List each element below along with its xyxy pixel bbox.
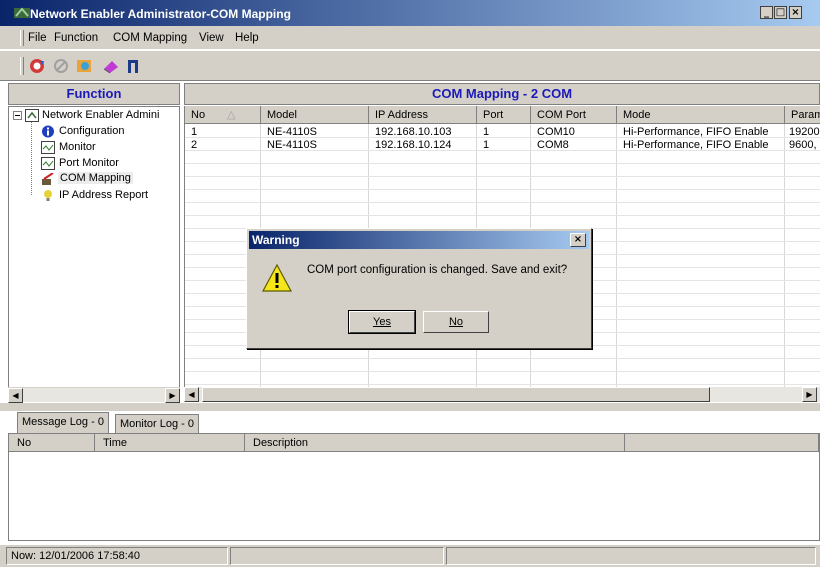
function-tree[interactable]: Network Enabler Admini Configuration Mon… bbox=[8, 106, 180, 402]
log-column-empty bbox=[625, 434, 819, 452]
toolbar bbox=[0, 51, 820, 81]
column-header-model[interactable]: Model bbox=[261, 106, 369, 124]
row-line bbox=[185, 358, 820, 359]
tree-item-ip-address-report[interactable]: IP Address Report bbox=[59, 189, 148, 201]
window-title: Network Enabler Administrator-COM Mappin… bbox=[30, 7, 291, 21]
com-mapping-icon bbox=[42, 173, 54, 185]
tree-item-com-mapping[interactable]: COM Mapping bbox=[58, 172, 133, 184]
tree-root[interactable]: Network Enabler Admini bbox=[42, 109, 159, 121]
monitor-icon bbox=[41, 141, 55, 154]
apply-icon[interactable] bbox=[124, 57, 142, 75]
status-bar: Now: 12/01/2006 17:58:40 bbox=[0, 545, 820, 567]
collapse-icon[interactable] bbox=[13, 111, 22, 120]
row-line bbox=[185, 189, 820, 190]
cell-com: COM8 bbox=[537, 139, 569, 151]
cell-mode: Hi-Performance, FIFO Enable bbox=[623, 139, 769, 151]
log-column-no[interactable]: No bbox=[9, 434, 95, 452]
right-horizontal-scrollbar[interactable]: ◀ ▶ bbox=[184, 387, 820, 402]
column-header-com-port[interactable]: COM Port bbox=[531, 106, 617, 124]
maximize-button[interactable]: □ bbox=[774, 6, 787, 19]
status-panel-2 bbox=[230, 547, 444, 565]
column-header-port[interactable]: Port bbox=[477, 106, 531, 124]
cell-ip: 192.168.10.124 bbox=[375, 139, 452, 151]
column-header-ip[interactable]: IP Address bbox=[369, 106, 477, 124]
tab-message-log[interactable]: Message Log - 0 bbox=[17, 412, 109, 433]
column-header-param[interactable]: Param bbox=[785, 106, 820, 124]
ip-report-icon bbox=[44, 190, 52, 201]
cell-ip: 192.168.10.103 bbox=[375, 126, 452, 138]
row-line bbox=[185, 215, 820, 216]
disconnect-icon[interactable] bbox=[52, 57, 70, 75]
info-icon bbox=[42, 125, 54, 138]
network-enabler-icon bbox=[25, 109, 39, 122]
log-table[interactable]: No Time Description bbox=[8, 433, 820, 541]
panel-splitter[interactable] bbox=[0, 403, 820, 411]
left-horizontal-scrollbar[interactable]: ◀ ▶ bbox=[8, 387, 180, 403]
cell-model: NE-4110S bbox=[267, 139, 317, 151]
status-time: Now: 12/01/2006 17:58:40 bbox=[6, 547, 228, 565]
row-line bbox=[185, 202, 820, 203]
scroll-right-icon[interactable]: ▶ bbox=[802, 387, 817, 402]
minimize-button[interactable]: _ bbox=[760, 6, 773, 19]
row-line bbox=[185, 163, 820, 164]
dialog-message: COM port configuration is changed. Save … bbox=[307, 264, 568, 276]
cell-model: NE-4110S bbox=[267, 126, 317, 138]
menu-view[interactable]: View bbox=[199, 32, 224, 44]
search-icon[interactable] bbox=[76, 57, 94, 75]
column-label-no: No bbox=[191, 109, 206, 121]
tree-item-port-monitor[interactable]: Port Monitor bbox=[59, 157, 119, 169]
menu-file[interactable]: File bbox=[28, 32, 47, 44]
tree-item-configuration[interactable]: Configuration bbox=[59, 125, 124, 137]
grid-line bbox=[616, 124, 617, 394]
yes-button[interactable]: Yes bbox=[348, 310, 416, 334]
menu-help[interactable]: Help bbox=[235, 32, 259, 44]
title-bar[interactable]: Network Enabler Administrator-COM Mappin… bbox=[0, 0, 820, 26]
tree-item-monitor[interactable]: Monitor bbox=[59, 141, 96, 153]
refresh-icon[interactable] bbox=[28, 57, 46, 75]
menu-com-mapping[interactable]: COM Mapping bbox=[113, 32, 187, 44]
status-panel-3 bbox=[446, 547, 816, 565]
scroll-thumb[interactable] bbox=[202, 387, 710, 402]
menu-grip bbox=[20, 30, 24, 46]
row-line bbox=[185, 384, 820, 385]
com-mapping-header: COM Mapping - 2 COM bbox=[184, 83, 820, 105]
toolbar-grip bbox=[20, 57, 24, 75]
cell-mode: Hi-Performance, FIFO Enable bbox=[623, 126, 769, 138]
tab-monitor-log[interactable]: Monitor Log - 0 bbox=[115, 414, 199, 433]
scroll-left-icon[interactable]: ◀ bbox=[184, 387, 199, 402]
cell-port: 1 bbox=[483, 126, 490, 138]
column-header-mode[interactable]: Mode bbox=[617, 106, 785, 124]
log-column-time[interactable]: Time bbox=[95, 434, 245, 452]
cell-no: 2 bbox=[191, 139, 198, 151]
tree-line bbox=[31, 122, 32, 195]
scroll-right-icon[interactable]: ▶ bbox=[165, 388, 180, 403]
dialog-close-button[interactable]: × bbox=[570, 233, 586, 247]
app-icon bbox=[14, 7, 30, 18]
grid-line bbox=[784, 124, 785, 394]
cell-param: 9600, I bbox=[789, 139, 820, 151]
column-header-no[interactable]: No △ bbox=[185, 106, 261, 124]
sort-ascending-icon: △ bbox=[227, 109, 236, 121]
dialog-title-bar[interactable]: Warning × bbox=[249, 231, 589, 249]
clear-icon[interactable] bbox=[102, 57, 120, 75]
log-column-description[interactable]: Description bbox=[245, 434, 625, 452]
row-line bbox=[185, 371, 820, 372]
dialog-title: Warning bbox=[252, 233, 300, 247]
close-button[interactable]: × bbox=[789, 6, 802, 19]
cell-param: 19200, bbox=[789, 126, 820, 138]
warning-icon bbox=[261, 263, 293, 292]
no-button[interactable]: No bbox=[423, 311, 489, 333]
menu-function[interactable]: Function bbox=[54, 32, 98, 44]
menu-bar: File Function COM Mapping View Help bbox=[0, 26, 820, 50]
row-line bbox=[185, 176, 820, 177]
port-monitor-icon bbox=[41, 157, 55, 170]
cell-com: COM10 bbox=[537, 126, 575, 138]
function-panel-header: Function bbox=[8, 83, 180, 105]
warning-dialog[interactable]: Warning × COM port configuration is chan… bbox=[246, 228, 592, 349]
cell-no: 1 bbox=[191, 126, 198, 138]
cell-port: 1 bbox=[483, 139, 490, 151]
scroll-left-icon[interactable]: ◀ bbox=[8, 388, 23, 403]
